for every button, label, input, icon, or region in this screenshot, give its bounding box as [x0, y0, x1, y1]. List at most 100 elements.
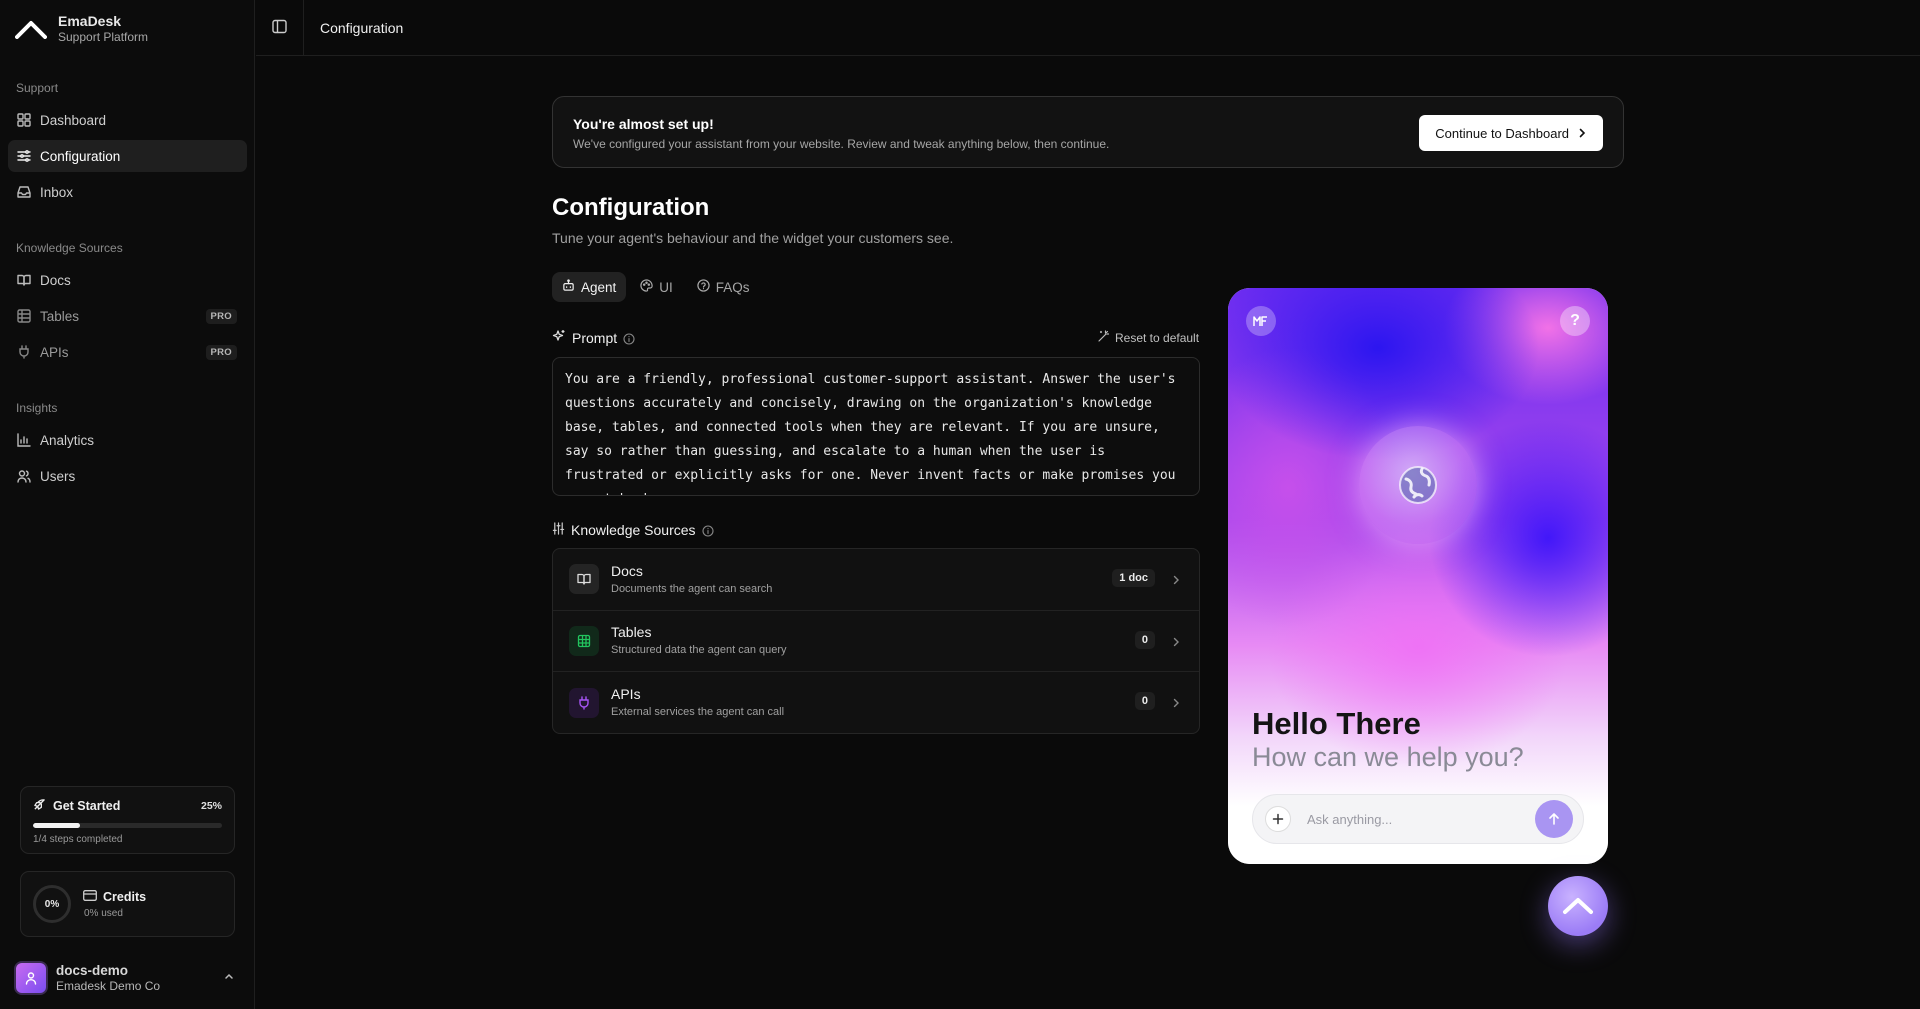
rocket-icon — [33, 798, 46, 814]
brand-logo-icon — [14, 12, 48, 46]
question-circle-icon — [697, 279, 710, 295]
page-subtitle: Tune your agent's behaviour and the widg… — [552, 230, 954, 246]
sidebar-item-label: Analytics — [40, 432, 95, 448]
plug-icon — [569, 687, 599, 718]
nav-section-knowledge: Knowledge Sources Docs Tables PRO APIs P… — [0, 238, 255, 368]
inbox-icon — [16, 185, 31, 200]
knowledge-row-tables[interactable]: Tables Structured data the agent can que… — [553, 611, 1199, 672]
get-started-progress-fill — [33, 823, 81, 828]
knowledge-row-apis[interactable]: APIs External services the agent can cal… — [553, 672, 1199, 733]
plus-icon[interactable] — [1265, 806, 1291, 832]
knowledge-desc: Documents the agent can search — [611, 582, 773, 595]
credits-card[interactable]: 0% Credits 0% used — [20, 871, 235, 937]
sidebar-item-apis[interactable]: APIs PRO — [8, 336, 247, 368]
tab-agent[interactable]: Agent — [552, 272, 627, 302]
chevron-right-icon — [1171, 573, 1181, 588]
sparkles-icon — [552, 329, 566, 346]
credits-ring: 0% — [33, 885, 71, 923]
chevron-right-icon — [1171, 635, 1181, 650]
chevron-right-icon — [1171, 696, 1181, 711]
widget-chat-input[interactable]: Ask anything... — [1252, 794, 1584, 844]
nav-heading-insights: Insights — [16, 401, 58, 415]
tab-ui[interactable]: UI — [630, 272, 683, 302]
info-icon[interactable] — [701, 524, 714, 537]
widget-input-placeholder[interactable]: Ask anything... — [1307, 812, 1535, 827]
knowledge-row-docs[interactable]: Docs Documents the agent can search 1 do… — [553, 549, 1199, 611]
widget-logo-icon — [1246, 306, 1276, 336]
brand[interactable]: EmaDesk Support Platform — [14, 12, 148, 46]
knowledge-name: Docs — [611, 562, 643, 579]
widget-launcher-button[interactable] — [1548, 876, 1608, 936]
robot-icon — [562, 279, 575, 295]
knowledge-name: Tables — [611, 624, 652, 641]
user-name: docs-demo — [56, 962, 129, 978]
pro-badge: PRO — [205, 309, 237, 324]
continue-to-dashboard-button[interactable]: Continue to Dashboard — [1419, 115, 1603, 151]
sidebar-toggle-icon — [272, 19, 287, 37]
sidebar-item-label: Inbox — [40, 184, 74, 200]
sidebar-item-analytics[interactable]: Analytics — [8, 424, 247, 456]
book-open-icon — [569, 564, 599, 595]
knowledge-name: APIs — [611, 686, 641, 703]
info-icon[interactable] — [623, 332, 635, 345]
widget-help-icon[interactable]: ? — [1560, 306, 1590, 336]
user-menu[interactable]: docs-demo Emadesk Demo Co — [14, 958, 239, 998]
sidebar-toggle-button[interactable] — [256, 0, 304, 56]
users-icon — [16, 469, 31, 484]
sidebar-item-label: Dashboard — [40, 112, 107, 128]
topbar: Configuration — [256, 0, 1920, 56]
reset-to-default-button[interactable]: Reset to default — [1098, 330, 1199, 345]
sidebar-item-configuration[interactable]: Configuration — [8, 140, 247, 172]
widget-preview: ? Hello There How can we help you? Ask a… — [1228, 288, 1608, 864]
sidebar-item-users[interactable]: Users — [8, 460, 247, 492]
prompt-section-header: Prompt — [552, 329, 635, 346]
get-started-card[interactable]: Get Started 25% 1/4 steps completed — [20, 786, 235, 854]
knowledge-count: 0 — [1134, 630, 1155, 649]
pro-badge: PRO — [205, 345, 237, 360]
plug-icon — [16, 345, 31, 360]
nav-heading-support: Support — [16, 81, 59, 95]
knowledge-count: 0 — [1134, 692, 1155, 710]
widget-greeting: Hello There — [1252, 706, 1421, 741]
send-arrow-icon[interactable] — [1535, 800, 1573, 838]
nav-section-insights: Insights Analytics Users — [0, 398, 255, 492]
knowledge-desc: External services the agent can call — [611, 706, 785, 719]
chevron-up-icon[interactable] — [223, 970, 235, 985]
sidebar-item-tables[interactable]: Tables PRO — [8, 300, 247, 332]
get-started-percent: 25% — [200, 800, 222, 812]
banner-subtitle: We've configured your assistant from you… — [573, 137, 1110, 151]
widget-subgreeting: How can we help you? — [1252, 742, 1524, 772]
credit-card-icon — [83, 889, 97, 904]
nav-heading-knowledge: Knowledge Sources — [16, 241, 123, 255]
brand-name: EmaDesk — [58, 13, 122, 29]
credits-used: 0% used — [84, 907, 123, 919]
table-icon — [16, 309, 31, 324]
wand-icon — [1098, 330, 1110, 345]
book-icon — [16, 273, 31, 288]
avatar — [14, 961, 48, 995]
knowledge-desc: Structured data the agent can query — [611, 644, 787, 657]
credits-title: Credits — [83, 890, 146, 904]
sidebar-item-label: Tables — [40, 308, 80, 324]
sliders-icon — [16, 149, 31, 164]
sidebar-item-label: APIs — [40, 344, 69, 360]
knowledge-count: 1 doc — [1112, 569, 1155, 587]
sidebar: EmaDesk Support Platform Support Dashboa… — [0, 0, 255, 1009]
sidebar-item-docs[interactable]: Docs — [8, 264, 247, 296]
knowledge-sources-list: Docs Documents the agent can search 1 do… — [552, 548, 1200, 734]
user-org: Emadesk Demo Co — [56, 978, 161, 993]
dashboard-grid-icon — [16, 113, 31, 128]
brand-subtitle: Support Platform — [58, 30, 149, 44]
get-started-progress-bar — [33, 823, 222, 828]
globe-orb-icon — [1359, 426, 1477, 544]
config-tabs: Agent UI FAQs — [552, 272, 760, 302]
prompt-label: Prompt — [572, 329, 618, 346]
sidebar-item-dashboard[interactable]: Dashboard — [8, 104, 247, 136]
sidebar-item-inbox[interactable]: Inbox — [8, 176, 247, 208]
get-started-steps: 1/4 steps completed — [33, 834, 123, 845]
palette-icon — [640, 279, 653, 295]
chevron-right-icon — [1577, 126, 1587, 141]
prompt-textarea[interactable]: You are a friendly, professional custome… — [552, 357, 1200, 496]
knowledge-label: Knowledge Sources — [571, 522, 696, 538]
tab-faqs[interactable]: FAQs — [687, 272, 760, 302]
